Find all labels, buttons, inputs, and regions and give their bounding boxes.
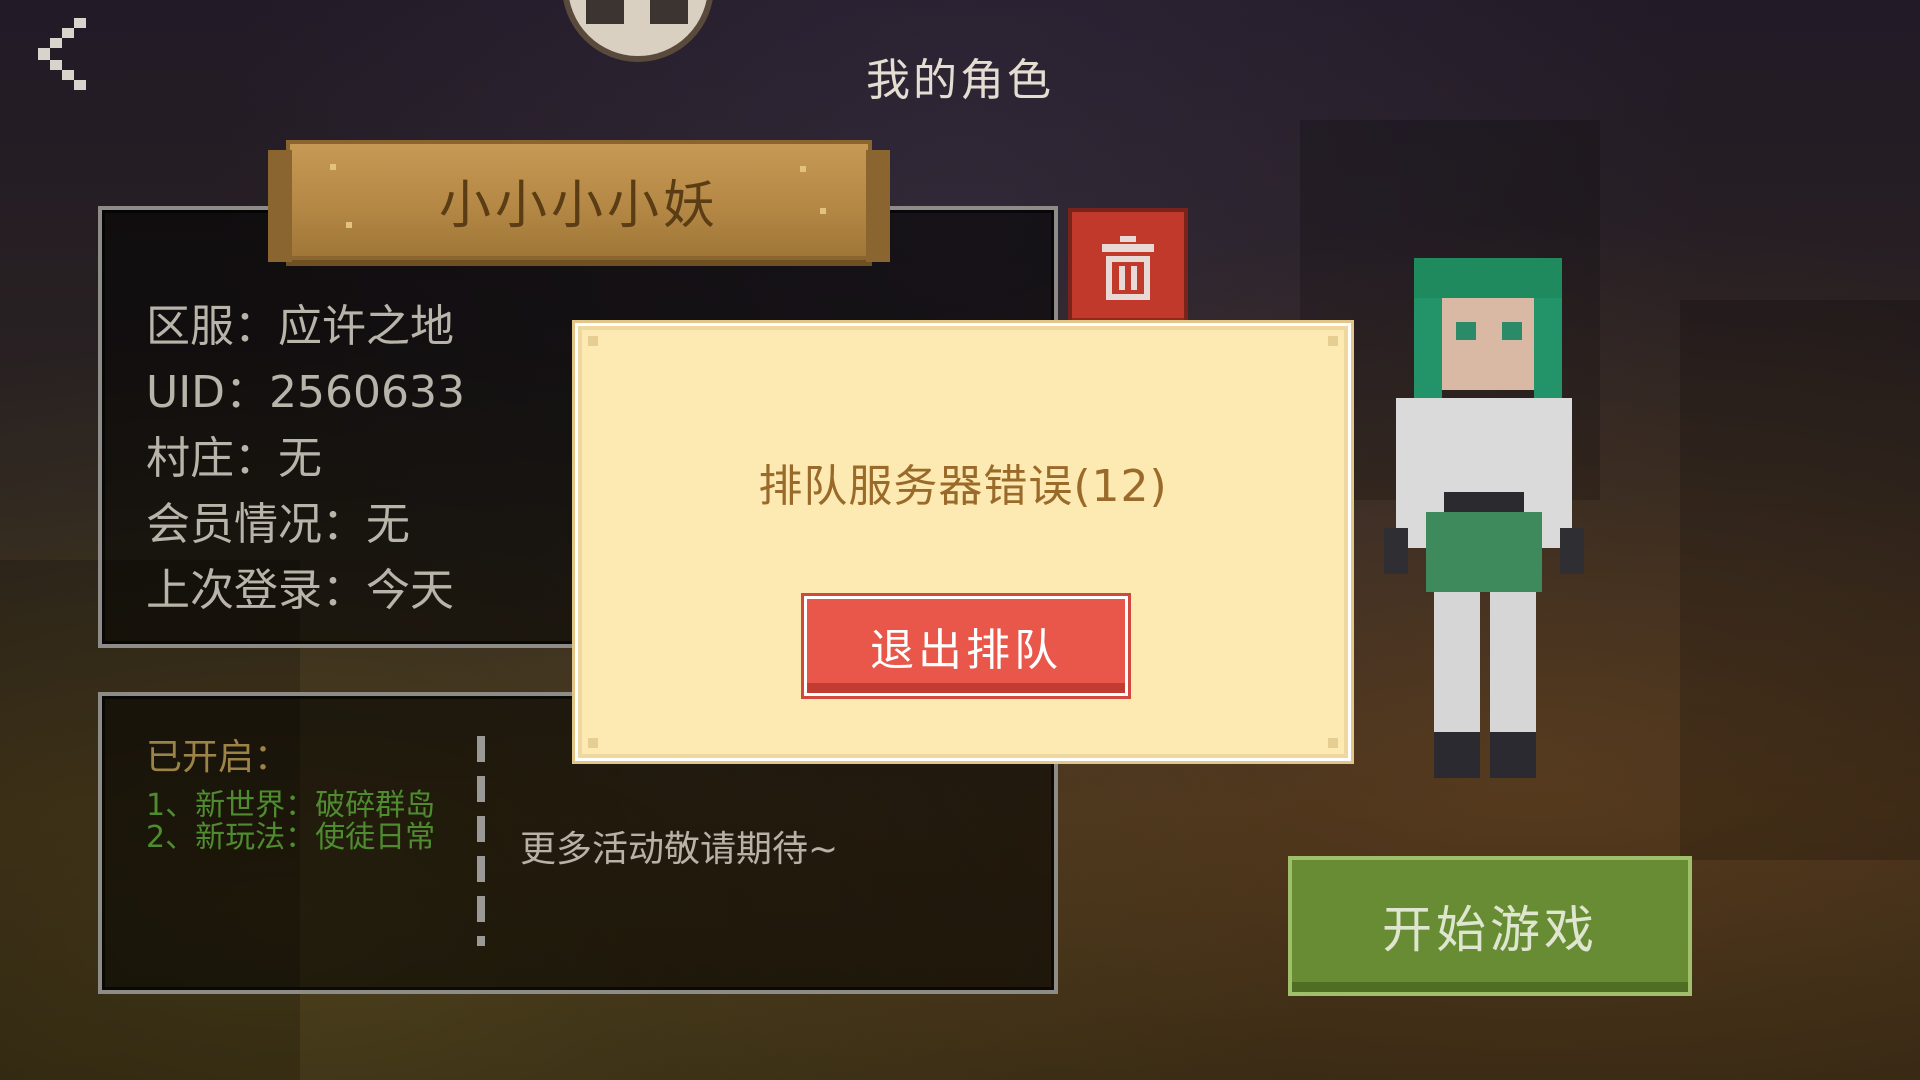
dialog-corner	[1328, 336, 1338, 346]
exit-queue-button[interactable]: 退出排队	[801, 593, 1131, 699]
queue-error-dialog: 排队服务器错误(12) 退出排队	[578, 326, 1348, 758]
error-message: 排队服务器错误(12)	[758, 461, 1168, 512]
dialog-corner	[588, 336, 598, 346]
dialog-corner	[588, 738, 598, 748]
dialog-corner	[1328, 738, 1338, 748]
